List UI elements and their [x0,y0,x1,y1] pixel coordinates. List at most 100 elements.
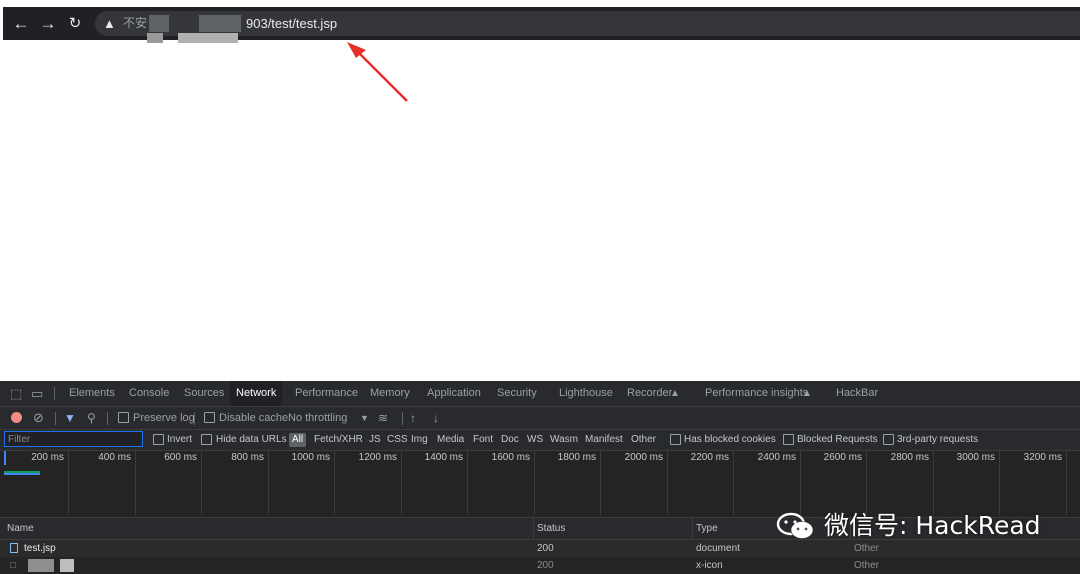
disable-cache-label: Disable cache [219,412,289,424]
search-icon[interactable]: ⚲ [87,407,96,429]
timeline-tick-label: 1600 ms [491,452,530,463]
divider [194,412,195,425]
divider [54,387,55,400]
filter-type-js[interactable]: JS [369,430,381,450]
document-icon [10,543,18,553]
flask-icon: ▲ [670,388,680,399]
filter-type-manifest[interactable]: Manifest [585,430,623,450]
divider [55,412,56,425]
timeline-tick-label: 2600 ms [823,452,862,463]
tab-sources[interactable]: Sources [184,381,224,406]
timeline-tick-label: 1200 ms [358,452,397,463]
filter-type-doc[interactable]: Doc [501,430,519,450]
tab-application[interactable]: Application [427,381,481,406]
filter-type-wasm[interactable]: Wasm [550,430,578,450]
back-arrow-icon[interactable]: ← [9,7,33,40]
export-har-icon[interactable]: ↓ [433,407,439,429]
chevron-down-icon[interactable]: ▼ [360,407,369,429]
request-type: x-icon [696,560,723,571]
invert-label: Invert [167,434,193,445]
timeline-tick-label: 1400 ms [424,452,463,463]
filter-bar: Filter Invert Hide data URLs All Fetch/X… [0,430,1080,451]
tab-memory[interactable]: Memory [370,381,410,406]
redacted-block [178,33,238,43]
forward-arrow-icon[interactable]: → [36,7,60,40]
hide-data-urls-label: Hide data URLs [216,434,287,445]
tab-recorder[interactable]: Recorder [627,381,672,406]
inspect-element-icon[interactable]: ⬚ [10,381,22,406]
divider [107,412,108,425]
timeline-tick-label: 1800 ms [557,452,596,463]
url-text[interactable]: 903/test/test.jsp [246,11,337,36]
filter-type-font[interactable]: Font [473,430,493,450]
wechat-watermark: 微信号: HackRead [776,508,1041,544]
throttling-select[interactable]: No throttling [288,407,347,429]
record-icon[interactable] [11,412,22,423]
request-status: 200 [537,543,554,554]
invert-checkbox[interactable] [153,434,164,445]
filter-type-fetch-xhr[interactable]: Fetch/XHR [314,430,363,450]
address-bar[interactable]: ▲ 不安 903/test/test.jsp [95,11,1080,36]
blocked-requests-label: Blocked Requests [797,434,878,445]
filter-type-all[interactable]: All [289,433,307,447]
redacted-block [147,33,163,43]
timeline-tick-label: 400 ms [98,452,131,463]
tab-hackbar[interactable]: HackBar [836,381,878,406]
warning-icon[interactable]: ▲ [103,11,116,36]
hide-data-urls-checkbox[interactable] [201,434,212,445]
tab-security[interactable]: Security [497,381,537,406]
redacted-request-name [28,559,54,572]
browser-toolbar-inner: ← → ↻ ▲ 不安 903/test/test.jsp [3,7,1080,40]
network-conditions-icon[interactable]: ≋ [378,407,388,429]
timeline-tick-label: 2400 ms [757,452,796,463]
column-type[interactable]: Type [696,518,718,539]
request-name[interactable]: test.jsp [24,540,56,557]
filter-input[interactable]: Filter [4,431,143,447]
blocked-requests-checkbox[interactable] [783,434,794,445]
tab-performance-insights[interactable]: Performance insights [705,381,808,406]
timeline-tick-label: 800 ms [231,452,264,463]
network-toolbar: ⊘ ▼ ⚲ Preserve log Disable cache No thro… [0,407,1080,430]
timeline-tick-label: 2000 ms [624,452,663,463]
filter-type-css[interactable]: CSS [387,430,408,450]
devtools-tab-bar: ⬚ ▭ Elements Console Sources Network Per… [0,381,1080,407]
timeline-tick-label: 600 ms [164,452,197,463]
column-status[interactable]: Status [537,518,565,539]
timeline-tick-label: 2800 ms [890,452,929,463]
flask-icon: ▲ [802,388,812,399]
import-har-icon[interactable]: ↑ [410,407,416,429]
not-secure-label[interactable]: 不安 [123,11,147,36]
timeline-tick-label: 3000 ms [956,452,995,463]
filter-type-ws[interactable]: WS [527,430,543,450]
devtools-panel: ⬚ ▭ Elements Console Sources Network Per… [0,381,1080,574]
timeline-gridline [1066,451,1067,515]
tab-lighthouse[interactable]: Lighthouse [559,381,613,406]
table-row[interactable]: □ 200 x-icon Other [0,557,1080,574]
timeline-load-bar [4,473,40,475]
reload-icon[interactable]: ↻ [63,7,87,40]
filter-type-other[interactable]: Other [631,430,656,450]
redacted-request-name [60,559,74,572]
divider [402,412,403,425]
tab-console[interactable]: Console [129,381,169,406]
filter-type-media[interactable]: Media [437,430,464,450]
redacted-url-part [149,15,169,32]
device-toggle-icon[interactable]: ▭ [31,381,43,406]
clear-icon[interactable]: ⊘ [33,407,44,429]
preserve-log-checkbox[interactable] [118,412,129,423]
disable-cache-checkbox[interactable] [204,412,215,423]
timeline-tick-label: 1000 ms [291,452,330,463]
has-blocked-cookies-checkbox[interactable] [670,434,681,445]
redacted-url-part [199,15,241,32]
tab-performance[interactable]: Performance [295,381,358,406]
request-type: document [696,543,740,554]
timeline-overview[interactable]: 200 ms 400 ms 600 ms 800 ms 1000 ms 1200 ms 14… [0,451,1080,515]
filter-icon[interactable]: ▼ [64,407,76,429]
column-name[interactable]: Name [7,518,34,539]
request-initiator: Other [854,560,880,571]
third-party-checkbox[interactable] [883,434,894,445]
timeline-tick-label: 2200 ms [690,452,729,463]
filter-type-img[interactable]: Img [411,430,428,450]
tab-elements[interactable]: Elements [69,381,115,406]
tab-network[interactable]: Network [230,381,283,406]
